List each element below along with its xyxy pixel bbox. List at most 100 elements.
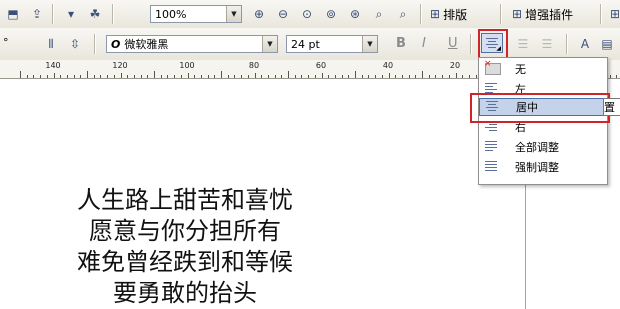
ruler-tick: [288, 71, 289, 78]
chevron-down-icon[interactable]: ▼: [262, 36, 277, 52]
menu-item-force-justify[interactable]: 强制调整: [479, 158, 607, 176]
ruler-tick: [147, 75, 149, 78]
ruler-tick: [200, 75, 202, 78]
ruler-tick: [328, 75, 330, 78]
ruler-tick: [133, 75, 135, 78]
ruler-tick: [73, 75, 75, 78]
zoom-width-icon[interactable]: ⌕: [370, 5, 388, 23]
mirror-vertical-icon[interactable]: ⇳: [66, 35, 84, 53]
text-line: 人生路上甜苦和喜忧: [77, 186, 293, 214]
bullet-icon[interactable]: ☰: [514, 35, 532, 53]
drop-cap-icon[interactable]: ☰: [538, 35, 556, 53]
layout-button[interactable]: ⊞ 排版: [430, 4, 467, 24]
more-icon[interactable]: ⊞: [606, 5, 620, 23]
ruler-tick: [475, 75, 477, 78]
ruler-tick: [468, 75, 470, 78]
ruler-tick: [408, 75, 410, 78]
ruler-tick: [281, 75, 283, 78]
menu-item-label: 强制调整: [515, 161, 559, 174]
ruler-tick: [442, 75, 444, 78]
standard-toolbar: ⬒ ⇪ ▾ ☘ 100% ▼ ⊕ ⊖ ⊙ ⊚ ⊛ ⌕ ⌕ ⊞ 排版 ⊞ 增强插件…: [0, 0, 620, 29]
separator: [94, 34, 96, 54]
ruler-tick: [247, 75, 249, 78]
ruler-tick: [308, 75, 310, 78]
ruler-tick: [375, 75, 377, 78]
ruler-tick: [187, 73, 189, 78]
center-option-highlight: [470, 93, 610, 123]
ruler-tick: [100, 75, 102, 78]
underline-button[interactable]: U: [448, 36, 458, 51]
opentype-icon: O: [111, 37, 121, 51]
ruler-tick: [33, 75, 35, 78]
zoom-out-icon[interactable]: ⊖: [274, 5, 292, 23]
ruler-label: 100: [179, 61, 195, 70]
ruler-tick: [341, 75, 343, 78]
menu-item-none[interactable]: × 无: [479, 59, 607, 78]
ruler-tick: [127, 75, 129, 78]
import-icon[interactable]: ⬒: [4, 5, 22, 23]
text-line: 难免曾经跌到和等候: [77, 248, 293, 276]
ruler-tick: [167, 75, 169, 78]
italic-button[interactable]: I: [422, 36, 426, 51]
ruler-tick: [361, 75, 363, 78]
export-icon[interactable]: ⇪: [28, 5, 46, 23]
font-name-value: 微软雅黑: [124, 38, 169, 51]
ruler-tick: [455, 73, 457, 78]
ruler-tick: [616, 75, 618, 78]
separator: [566, 34, 568, 54]
ruler-tick: [87, 71, 88, 78]
ruler-tick: [180, 75, 182, 78]
menu-item-full-justify[interactable]: 全部调整: [479, 138, 607, 156]
zoom-page-icon[interactable]: ⊛: [346, 5, 364, 23]
font-name-select[interactable]: O 微软雅黑 ▼: [106, 35, 278, 53]
zoom-selected-icon[interactable]: ⊙: [298, 5, 316, 23]
zoom-all-icon[interactable]: ⊚: [322, 5, 340, 23]
ruler-tick: [314, 75, 316, 78]
ruler-tick: [301, 75, 303, 78]
ruler-tick: [26, 75, 28, 78]
ruler-label: 20: [449, 61, 461, 70]
enhanced-plugin-button[interactable]: ⊞ 增强插件: [512, 4, 573, 24]
ruler-tick: [395, 75, 397, 78]
bold-button[interactable]: B: [396, 36, 406, 51]
ruler-tick: [194, 75, 196, 78]
character-format-icon[interactable]: A: [576, 35, 594, 53]
justify-icon: [485, 141, 501, 153]
ruler-tick: [107, 75, 109, 78]
ruler-label: 140: [45, 61, 61, 70]
plugin-icon: ⊞: [512, 7, 523, 21]
separator: [420, 4, 422, 24]
layout-label: 排版: [443, 7, 468, 22]
ruler-tick: [388, 73, 390, 78]
tooltip-partial: 置: [603, 98, 620, 116]
ruler-tick: [321, 73, 323, 78]
zoom-height-icon[interactable]: ⌕: [394, 5, 412, 23]
ruler-tick: [368, 75, 370, 78]
artistic-text[interactable]: 人生路上甜苦和喜忧 愿意与你分担所有 难免曾经跌到和等候 要勇敢的抬头: [40, 185, 330, 309]
application-launcher-icon[interactable]: ▾: [62, 5, 80, 23]
ruler-tick: [160, 75, 162, 78]
separator: [600, 4, 602, 24]
text-line: 要勇敢的抬头: [113, 279, 257, 307]
edit-text-icon[interactable]: ▤: [598, 35, 616, 53]
ruler-tick: [140, 75, 142, 78]
ruler-tick: [381, 75, 383, 78]
welcome-screen-icon[interactable]: ☘: [86, 5, 104, 23]
ruler-tick: [80, 75, 82, 78]
ruler-tick: [53, 73, 55, 78]
chevron-down-icon[interactable]: ▼: [226, 6, 241, 22]
zoom-select[interactable]: 100% ▼: [150, 5, 242, 23]
ruler-tick: [422, 71, 423, 78]
ruler-tick: [66, 75, 68, 78]
plugin-label: 增强插件: [525, 7, 574, 22]
ruler-tick: [448, 75, 450, 78]
chevron-down-icon[interactable]: ▼: [362, 36, 377, 52]
ruler-tick: [609, 75, 611, 78]
text-line: 愿意与你分担所有: [89, 217, 281, 245]
mirror-horizontal-icon[interactable]: ⫴: [42, 35, 60, 53]
menu-item-label: 无: [515, 63, 526, 76]
font-size-select[interactable]: 24 pt ▼: [286, 35, 378, 53]
zoom-in-icon[interactable]: ⊕: [250, 5, 268, 23]
ruler-tick: [428, 75, 430, 78]
ruler-label: 80: [248, 61, 260, 70]
